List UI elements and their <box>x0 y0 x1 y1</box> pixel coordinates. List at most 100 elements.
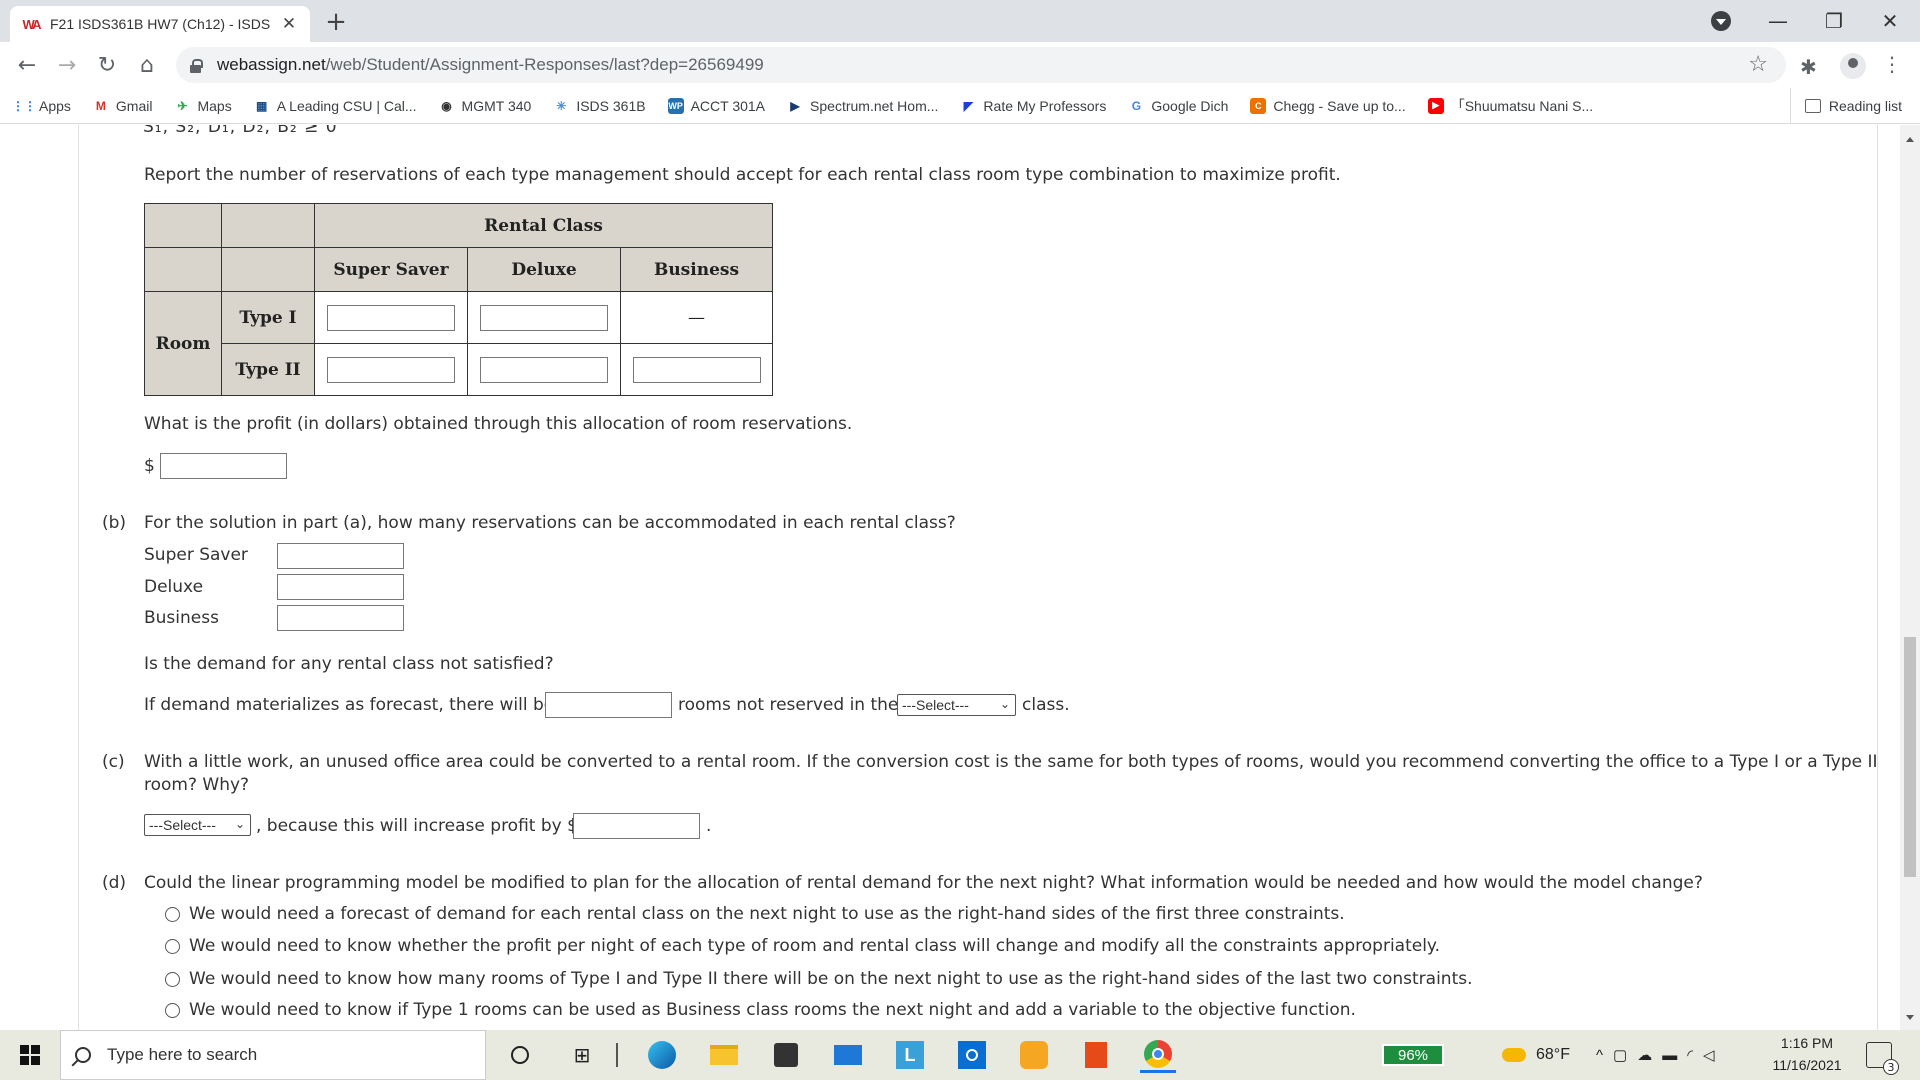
scroll-down-arrow-icon[interactable] <box>1906 1015 1914 1020</box>
vertical-scrollbar[interactable] <box>1900 125 1920 1030</box>
meet-now-icon[interactable]: ▢ <box>1613 1046 1637 1064</box>
taskbar-search-box[interactable]: Type here to search <box>60 1030 486 1080</box>
address-bar[interactable]: webassign.net/web/Student/Assignment-Res… <box>176 47 1786 83</box>
extensions-puzzle-icon[interactable]: ✱ <box>1800 55 1817 79</box>
super-saver-input[interactable] <box>277 543 404 569</box>
lockdown-browser-icon[interactable]: L <box>892 1037 928 1073</box>
option-3-label[interactable]: We would need to know how many rooms of … <box>189 969 1473 989</box>
translate-icon: G <box>1131 98 1142 113</box>
scroll-up-arrow-icon[interactable] <box>1906 137 1914 142</box>
rmp-icon: ◤ <box>963 98 974 113</box>
wifi-icon[interactable]: ◜ <box>1687 1046 1703 1064</box>
maps-icon: ✈ <box>177 98 188 113</box>
system-tray-icons[interactable]: ^ ▢ ☁ ▬ ◜ ◁ <box>1596 1030 1725 1080</box>
chevron-up-icon[interactable]: ^ <box>1596 1047 1613 1064</box>
profit-increase-input[interactable] <box>573 813 700 839</box>
restore-button[interactable]: ❐ <box>1806 0 1862 42</box>
csu-icon: ▦ <box>256 98 268 113</box>
bookmark-item[interactable]: ◉ MGMT 340 <box>439 98 531 114</box>
close-window-button[interactable]: ✕ <box>1862 0 1918 42</box>
input-type2-deluxe[interactable] <box>480 356 608 383</box>
reload-icon[interactable]: ↻ <box>92 50 122 80</box>
table-corner-cell <box>144 203 222 248</box>
bookmark-item[interactable]: G Google Dich <box>1128 98 1229 114</box>
browser-tab[interactable]: WA F21 ISDS361B HW7 (Ch12) - ISDS ✕ <box>10 6 310 42</box>
onedrive-cloud-icon[interactable]: ☁ <box>1637 1046 1662 1064</box>
forward-arrow-icon[interactable]: → <box>52 50 82 80</box>
reading-list-button[interactable]: Reading list <box>1789 88 1902 124</box>
messenger-app-icon[interactable] <box>1016 1037 1052 1073</box>
bookmarks-bar: ⋮⋮ Apps M Gmail ✈ Maps ▦ A Leading CSU | Cal...… <box>0 88 1920 124</box>
volume-muted-icon[interactable]: ◁ <box>1703 1046 1725 1064</box>
battery-icon[interactable]: ▬ <box>1662 1047 1687 1064</box>
mail-icon[interactable] <box>830 1037 866 1073</box>
room-row-header: Room <box>144 291 222 396</box>
input-type1-super-saver[interactable] <box>327 304 455 331</box>
scrollbar-thumb[interactable] <box>1904 637 1916 877</box>
url-text: webassign.net/web/Student/Assignment-Res… <box>217 55 764 74</box>
back-arrow-icon[interactable]: ← <box>12 50 42 80</box>
input-type2-business[interactable] <box>632 356 761 383</box>
cortana-icon[interactable] <box>502 1037 538 1073</box>
start-button[interactable] <box>0 1030 60 1080</box>
input-type2-super-saver[interactable] <box>327 356 455 383</box>
taskbar-clock[interactable]: 1:16 PM 11/16/2021 <box>1762 1032 1852 1076</box>
bookmark-item[interactable]: ▶ Spectrum.net Hom... <box>787 98 938 114</box>
input-type1-deluxe[interactable] <box>480 304 608 331</box>
home-icon[interactable]: ⌂ <box>132 50 162 80</box>
weather-widget[interactable]: 68°F <box>1502 1030 1570 1080</box>
bookmark-item[interactable]: ◤ Rate My Professors <box>960 98 1107 114</box>
bookmark-item[interactable]: WP ACCT 301A <box>667 97 765 114</box>
rental-class-select[interactable]: ---Select--- ⌄ <box>897 694 1016 716</box>
option-2-label[interactable]: We would need to know whether the profit… <box>189 936 1440 956</box>
profile-avatar-icon[interactable] <box>1840 53 1866 79</box>
microsoft-store-icon[interactable] <box>768 1037 804 1073</box>
option-4-radio[interactable] <box>165 1003 180 1018</box>
option-1-label[interactable]: We would need a forecast of demand for e… <box>189 904 1345 924</box>
unreserved-sentence-start: If demand materializes as forecast, ther… <box>144 695 555 715</box>
outlook-icon[interactable] <box>954 1037 990 1073</box>
close-tab-icon[interactable]: ✕ <box>280 14 298 34</box>
column-header-super-saver: Super Saver <box>314 247 468 292</box>
part-c-question-line2: room? Why? <box>144 775 250 795</box>
column-header-business: Business <box>620 247 773 292</box>
chegg-icon: C <box>1250 97 1267 114</box>
task-view-icon[interactable]: ⊞ <box>564 1037 600 1073</box>
notification-center-icon[interactable]: 3 <box>1866 1042 1899 1075</box>
chrome-menu-icon[interactable]: ⋮ <box>1882 52 1902 76</box>
globe-icon: ◉ <box>441 98 452 113</box>
room-type-select[interactable]: ---Select--- ⌄ <box>144 814 251 836</box>
lock-icon[interactable] <box>190 58 203 73</box>
business-label: Business <box>144 608 219 628</box>
tab-strip: WA F21 ISDS361B HW7 (Ch12) - ISDS ✕ + — … <box>0 0 1920 42</box>
file-explorer-icon[interactable] <box>706 1037 742 1073</box>
option-4-label[interactable]: We would need to know if Type 1 rooms ca… <box>189 1000 1356 1020</box>
deluxe-input[interactable] <box>277 574 404 600</box>
bookmark-item[interactable]: ▶ 「Shuumatsu Nani S... <box>1427 96 1593 116</box>
bookmark-item[interactable]: ✈ Maps <box>174 98 231 114</box>
bookmark-star-icon[interactable]: ☆ <box>1748 52 1768 77</box>
bookmark-item[interactable]: C Chegg - Save up to... <box>1250 97 1406 114</box>
option-3-radio[interactable] <box>165 972 180 987</box>
profit-input[interactable] <box>160 453 287 479</box>
bookmark-item[interactable]: ⋮⋮ Apps <box>12 98 71 114</box>
bookmark-item[interactable]: ▦ A Leading CSU | Cal... <box>254 98 417 114</box>
sparkle-icon: ✳ <box>556 98 567 113</box>
option-1-radio[interactable] <box>165 907 180 922</box>
tab-search-icon[interactable] <box>1711 11 1731 31</box>
table-corner-cell <box>221 203 315 248</box>
bookmark-item[interactable]: M Gmail <box>93 98 153 114</box>
unreserved-rooms-input[interactable] <box>545 692 672 718</box>
chrome-taskbar-icon[interactable] <box>1140 1037 1176 1073</box>
business-input[interactable] <box>277 605 404 631</box>
new-tab-button[interactable]: + <box>322 7 350 37</box>
battery-percentage-badge[interactable]: 96% <box>1382 1044 1444 1066</box>
option-2-radio[interactable] <box>165 939 180 954</box>
demand-question: Is the demand for any rental class not s… <box>144 654 554 674</box>
minimize-button[interactable]: — <box>1750 0 1806 42</box>
youtube-icon: ▶ <box>1427 97 1444 114</box>
office-icon[interactable] <box>1078 1037 1114 1073</box>
edge-icon[interactable] <box>644 1037 680 1073</box>
part-c-label: (c) <box>102 752 125 772</box>
bookmark-item[interactable]: ✳ ISDS 361B <box>553 98 645 114</box>
